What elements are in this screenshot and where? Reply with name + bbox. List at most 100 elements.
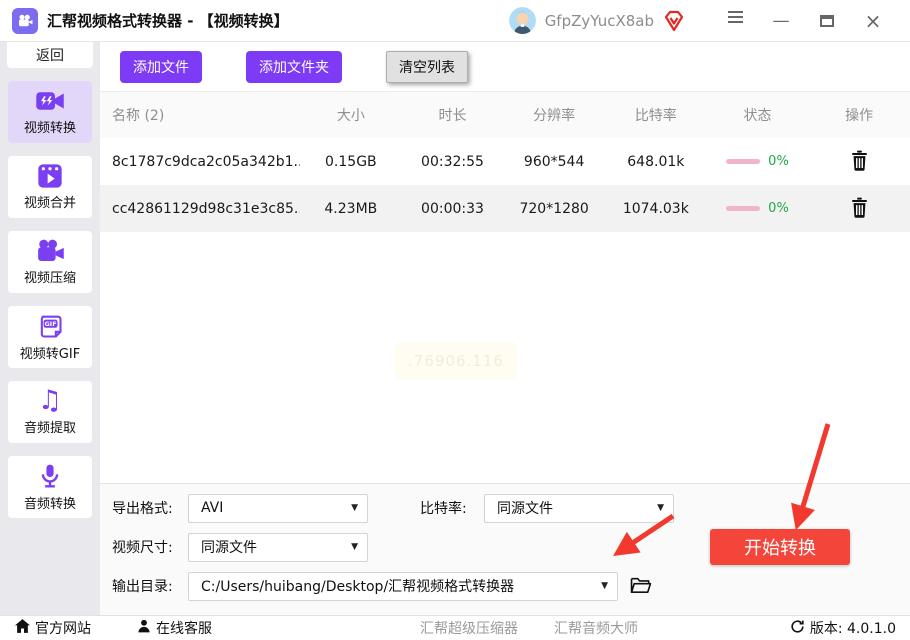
add-folder-button[interactable]: 添加文件夹 bbox=[246, 50, 342, 83]
table-row[interactable]: cc42861129d98c31e3c85... 4.23MB 00:00:33… bbox=[100, 185, 910, 232]
sidebar: 返回 视频转换 视频合并 视频压缩 GIF 视频转GIF ♫ 音频提取 音频转换 bbox=[0, 42, 100, 615]
title-bar-right: GfpZyYucX8ab — × bbox=[508, 0, 896, 42]
music-note-icon: ♫ bbox=[37, 385, 63, 416]
column-header-duration: 时长 bbox=[438, 108, 467, 124]
table-row[interactable]: 8c1787c9dca2c05a342b1... 0.15GB 00:32:55… bbox=[100, 138, 910, 185]
file-duration: 00:00:33 bbox=[421, 200, 484, 217]
main-content: 添加文件 添加文件夹 清空列表 名称 (2) 大小 时长 分辨率 比特率 状态 … bbox=[100, 42, 910, 615]
sidebar-item-video-convert[interactable]: 视频转换 bbox=[8, 81, 92, 143]
username: GfpZyYucX8ab bbox=[544, 11, 654, 30]
sidebar-item-label: 音频转换 bbox=[23, 497, 76, 512]
export-format-select[interactable]: AVI ▼ bbox=[188, 493, 368, 523]
minimize-button[interactable]: — bbox=[758, 0, 804, 42]
file-duration: 00:32:55 bbox=[421, 153, 484, 170]
folder-icon bbox=[630, 577, 652, 597]
delete-file-button[interactable] bbox=[848, 148, 871, 176]
person-icon bbox=[137, 619, 151, 637]
file-size: 4.23MB bbox=[324, 200, 378, 217]
sidebar-item-video-compress[interactable]: 视频压缩 bbox=[8, 231, 92, 293]
settings-panel: 导出格式: AVI ▼ 比特率: 同源文件 ▼ 视频尺寸: 同源文件 ▼ 输出目… bbox=[100, 483, 910, 615]
sidebar-item-audio-extract[interactable]: ♫ 音频提取 bbox=[8, 381, 92, 443]
hamburger-icon bbox=[727, 8, 743, 26]
compressor-product-link[interactable]: 汇帮超级压缩器 bbox=[420, 618, 518, 638]
export-format-value: AVI bbox=[201, 500, 224, 516]
progress-percent: 0% bbox=[768, 154, 789, 169]
column-header-size: 大小 bbox=[336, 108, 365, 124]
bitrate-select[interactable]: 同源文件 ▼ bbox=[484, 493, 674, 523]
file-resolution: 960*544 bbox=[523, 153, 585, 170]
output-dir-value: C:/Users/huibang/Desktop/汇帮视频格式转换器 bbox=[201, 579, 515, 595]
sidebar-item-label: 视频压缩 bbox=[23, 271, 76, 286]
user-avatar[interactable] bbox=[508, 7, 536, 34]
table-header: 名称 (2) 大小 时长 分辨率 比特率 状态 操作 bbox=[100, 92, 910, 138]
video-size-label: 视频尺寸: bbox=[112, 540, 173, 556]
bitrate-label: 比特率: bbox=[420, 501, 467, 517]
vip-badge-icon[interactable] bbox=[662, 9, 686, 33]
sidebar-item-label: 音频提取 bbox=[23, 421, 76, 436]
title-bar-left: 汇帮视频格式转换器 - 【视频转换】 bbox=[12, 7, 289, 34]
sidebar-item-video-to-gif[interactable]: GIF 视频转GIF bbox=[8, 306, 92, 368]
sidebar-item-label: 视频转换 bbox=[23, 121, 76, 136]
chevron-down-icon: ▼ bbox=[351, 503, 358, 513]
delete-file-button[interactable] bbox=[848, 195, 871, 223]
maximize-button[interactable] bbox=[804, 0, 850, 42]
app-logo-icon bbox=[12, 7, 38, 34]
progress-percent: 0% bbox=[768, 201, 789, 216]
sidebar-item-audio-convert[interactable]: 音频转换 bbox=[8, 456, 92, 518]
official-site-link[interactable]: 官方网站 bbox=[15, 618, 91, 638]
video-compress-icon bbox=[35, 238, 65, 264]
version-text: 版本: 4.0.1.0 bbox=[809, 621, 896, 637]
settings-row-3: 输出目录: C:/Users/huibang/Desktop/汇帮视频格式转换器… bbox=[112, 571, 910, 601]
column-header-name: 名称 (2) bbox=[112, 108, 165, 124]
video-size-select[interactable]: 同源文件 ▼ bbox=[188, 532, 368, 562]
file-name: 8c1787c9dca2c05a342b1... bbox=[112, 153, 300, 170]
video-convert-icon bbox=[35, 88, 65, 114]
column-header-actions: 操作 bbox=[845, 108, 874, 124]
online-service-link[interactable]: 在线客服 bbox=[137, 618, 212, 638]
close-button[interactable]: × bbox=[850, 0, 896, 42]
file-name: cc42861129d98c31e3c85... bbox=[112, 200, 300, 217]
sidebar-item-label: 视频合并 bbox=[23, 196, 76, 211]
start-convert-button[interactable]: 开始转换 bbox=[710, 529, 850, 565]
online-service-label: 在线客服 bbox=[156, 621, 212, 637]
add-file-button[interactable]: 添加文件 bbox=[120, 50, 202, 83]
status-cell: 0% bbox=[707, 201, 809, 216]
column-header-bitrate: 比特率 bbox=[634, 108, 677, 124]
maximize-icon bbox=[820, 14, 834, 27]
audio-master-product-link[interactable]: 汇帮音频大师 bbox=[554, 618, 638, 638]
gif-icon: GIF bbox=[36, 312, 64, 340]
output-dir-select[interactable]: C:/Users/huibang/Desktop/汇帮视频格式转换器 ▼ bbox=[188, 571, 618, 601]
fading-toast: .76906.116 bbox=[395, 342, 517, 380]
status-cell: 0% bbox=[707, 154, 809, 169]
progress-bar bbox=[726, 159, 761, 164]
file-resolution: 720*1280 bbox=[519, 200, 589, 217]
toolbar: 添加文件 添加文件夹 清空列表 bbox=[100, 42, 910, 92]
svg-text:GIF: GIF bbox=[44, 320, 56, 328]
settings-row-1: 导出格式: AVI ▼ 比特率: 同源文件 ▼ bbox=[112, 493, 910, 523]
status-bar-center: 汇帮超级压缩器 汇帮音频大师 bbox=[420, 618, 638, 638]
progress-bar bbox=[726, 206, 761, 211]
sidebar-item-video-merge[interactable]: 视频合并 bbox=[8, 156, 92, 218]
app-window: 汇帮视频格式转换器 - 【视频转换】 GfpZyYucX8ab — × 返回 视… bbox=[0, 0, 910, 640]
output-dir-label: 输出目录: bbox=[112, 579, 173, 595]
back-button[interactable]: 返回 bbox=[7, 42, 93, 68]
clear-list-button[interactable]: 清空列表 bbox=[386, 50, 468, 83]
refresh-icon[interactable] bbox=[790, 619, 805, 638]
file-bitrate: 648.01k bbox=[627, 153, 685, 170]
column-header-resolution: 分辨率 bbox=[533, 108, 576, 124]
file-size: 0.15GB bbox=[325, 153, 377, 170]
export-format-label: 导出格式: bbox=[112, 501, 173, 517]
chevron-down-icon: ▼ bbox=[601, 581, 608, 591]
chevron-down-icon: ▼ bbox=[657, 503, 664, 513]
chevron-down-icon: ▼ bbox=[351, 542, 358, 552]
video-merge-icon bbox=[36, 163, 64, 189]
browse-folder-button[interactable] bbox=[630, 576, 652, 597]
video-size-value: 同源文件 bbox=[201, 540, 257, 556]
status-bar: 官方网站 在线客服 汇帮超级压缩器 汇帮音频大师 版本: 4.0.1.0 bbox=[0, 615, 910, 640]
title-bar: 汇帮视频格式转换器 - 【视频转换】 GfpZyYucX8ab — × bbox=[0, 0, 910, 42]
home-icon bbox=[15, 619, 30, 637]
version-area: 版本: 4.0.1.0 bbox=[790, 618, 896, 638]
bitrate-value: 同源文件 bbox=[497, 501, 553, 517]
sidebar-item-label: 视频转GIF bbox=[19, 347, 81, 362]
menu-button[interactable] bbox=[712, 0, 758, 42]
